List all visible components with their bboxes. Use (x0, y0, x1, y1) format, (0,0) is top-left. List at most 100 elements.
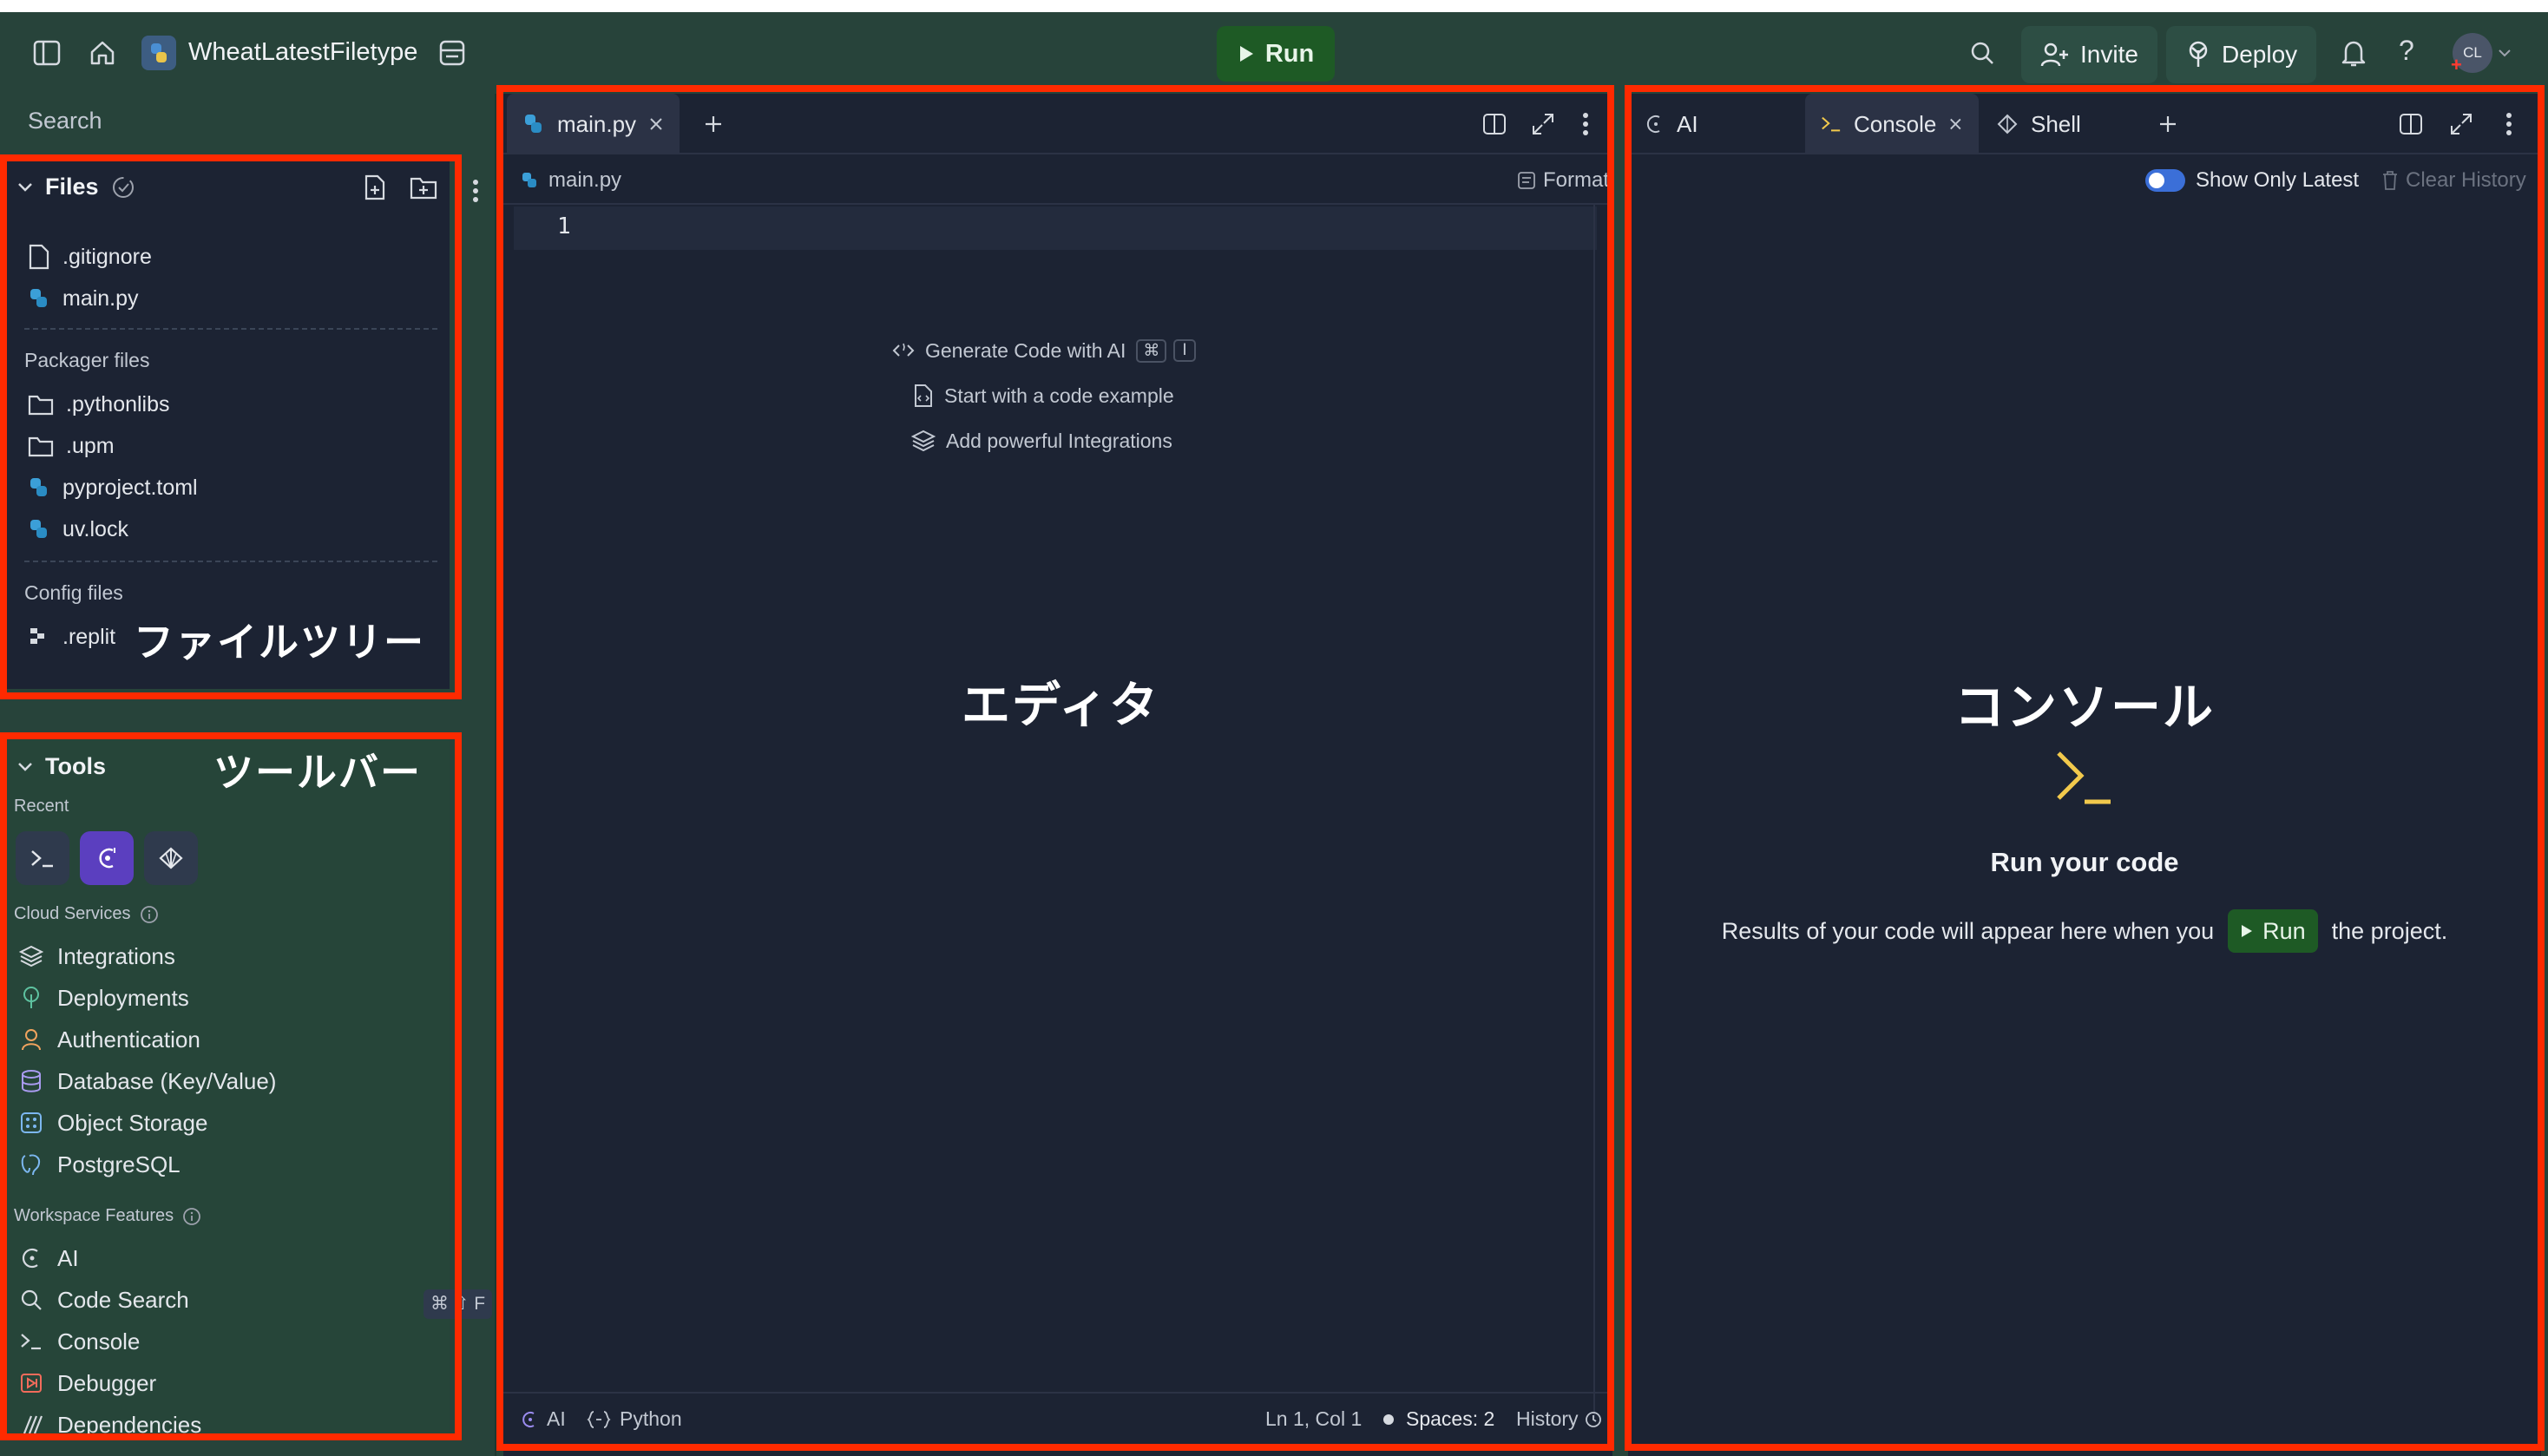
file-item-uv-lock[interactable]: uv.lock (28, 512, 128, 547)
tool-dependencies[interactable]: Dependencies (19, 1404, 444, 1433)
new-tab-icon[interactable] (698, 108, 729, 140)
info-icon[interactable] (140, 905, 159, 924)
file-label: main.py (62, 285, 139, 311)
breadcrumb[interactable]: main.py (521, 161, 621, 200)
replit-icon (30, 628, 44, 644)
file-item-pyproject[interactable]: pyproject.toml (28, 470, 198, 505)
new-folder-icon[interactable] (408, 172, 439, 203)
new-tab-icon[interactable] (2152, 108, 2184, 140)
shortcut-key: ⌘ (1136, 338, 1167, 363)
tool-integrations[interactable]: Integrations (19, 935, 444, 977)
help-icon[interactable]: ? (2399, 35, 2414, 67)
invite-button[interactable]: Invite (2021, 26, 2157, 83)
editor-annotation: エディタ (962, 678, 1160, 732)
search-icon[interactable] (1967, 37, 1998, 69)
new-file-icon[interactable] (359, 172, 391, 203)
tab-main-py[interactable]: main.py (507, 94, 680, 154)
recent-ai-icon[interactable] (80, 831, 134, 885)
status-language[interactable]: Python (587, 1407, 682, 1431)
file-item-gitignore[interactable]: .gitignore (28, 239, 152, 274)
hint-label: Start with a code example (944, 384, 1174, 407)
status-history[interactable]: History (1516, 1407, 1610, 1431)
file-icon (29, 244, 49, 270)
editor-tab-bar: main.py (503, 94, 1612, 154)
braces-icon (587, 1410, 611, 1428)
account-menu[interactable]: CL + (2451, 33, 2512, 75)
search-input[interactable]: Search (28, 108, 102, 134)
project-name[interactable]: WheatLatestFiletype (188, 36, 417, 68)
status-dot (1383, 1413, 1394, 1425)
home-icon[interactable] (87, 37, 118, 69)
tool-ai[interactable]: AI (19, 1237, 444, 1279)
expand-icon[interactable] (1527, 108, 1559, 140)
recent-shell-icon[interactable] (144, 831, 198, 885)
tool-code-search[interactable]: Code Search (19, 1279, 444, 1321)
workspace-features-header: Workspace Features (14, 1206, 201, 1226)
files-more-icon[interactable] (460, 175, 491, 207)
folder-item-upm[interactable]: .upm (28, 429, 115, 463)
file-item-replit[interactable]: .replit (28, 620, 115, 654)
format-label: Format (1543, 168, 1610, 192)
history-icon (1585, 1411, 1601, 1427)
hint-generate-code[interactable]: Generate Code with AI ⌘ I (892, 335, 1196, 366)
run-button[interactable]: Run (1217, 26, 1335, 82)
project-menu-icon[interactable] (437, 37, 468, 69)
deploy-label: Deploy (2222, 41, 2298, 68)
tools-header[interactable]: Tools (17, 753, 106, 780)
tool-database[interactable]: Database (Key/Value) (19, 1060, 444, 1102)
tool-debugger[interactable]: Debugger (19, 1362, 444, 1404)
format-button[interactable]: Format (1517, 161, 1612, 200)
status-language-label: Python (620, 1407, 682, 1430)
tool-object-storage[interactable]: Object Storage (19, 1102, 444, 1144)
tool-postgresql[interactable]: PostgreSQL (19, 1144, 444, 1185)
avatar: CL + (2451, 33, 2492, 75)
chevron-down-icon (2499, 49, 2511, 57)
tab-ai[interactable]: AI (1630, 94, 1803, 154)
expand-icon[interactable] (2446, 108, 2477, 140)
console-message: Results of your code will appear here wh… (1628, 909, 2541, 953)
top-bar: WheatLatestFiletype Run Invite Deploy ? … (0, 12, 2548, 94)
postgres-icon (21, 1154, 40, 1176)
split-pane-icon[interactable] (2395, 108, 2427, 140)
hint-code-example[interactable]: Start with a code example (913, 380, 1174, 411)
close-icon[interactable] (648, 116, 664, 132)
clear-history-button[interactable]: Clear History (2381, 161, 2539, 200)
recent-console-icon[interactable] (16, 831, 69, 885)
tool-deployments[interactable]: Deployments (19, 977, 444, 1019)
inline-run-button[interactable]: Run (2228, 909, 2318, 953)
ai-icon (22, 1248, 38, 1269)
show-only-latest-toggle[interactable]: Show Only Latest (2145, 161, 2359, 200)
deploy-button[interactable]: Deploy (2166, 26, 2317, 83)
file-label: .replit (62, 624, 116, 649)
sidebar-divider (495, 94, 496, 1456)
split-pane-icon[interactable] (1479, 108, 1510, 140)
status-indentation[interactable]: Spaces: 2 (1383, 1407, 1494, 1431)
more-icon[interactable] (1573, 108, 1599, 140)
file-code-icon (915, 384, 932, 407)
tool-authentication[interactable]: Authentication (19, 1019, 444, 1060)
sidebar-toggle-icon[interactable] (31, 37, 62, 69)
status-ai-button[interactable]: AI (521, 1407, 566, 1431)
tools-annotation: ツールバー (213, 750, 422, 795)
editor-scrollbar[interactable] (1593, 203, 1612, 1418)
files-header[interactable]: Files (17, 174, 135, 200)
tool-console[interactable]: Console (19, 1321, 444, 1362)
close-icon[interactable] (1948, 116, 1963, 132)
tab-console[interactable]: Console (1805, 94, 1979, 154)
more-icon[interactable] (2496, 108, 2522, 140)
divider (24, 328, 437, 330)
console-panel: AI Console Shell Show Only Latest Clear … (1628, 94, 2541, 1456)
status-history-label: History (1516, 1407, 1579, 1430)
toggle-switch[interactable] (2145, 169, 2185, 192)
file-item-main-py[interactable]: main.py (28, 281, 139, 316)
info-icon[interactable] (182, 1207, 201, 1226)
folder-icon (28, 395, 54, 416)
tab-shell[interactable]: Shell (1980, 94, 2154, 154)
folder-item-pythonlibs[interactable]: .pythonlibs (28, 387, 170, 422)
ai-icon (522, 1411, 535, 1427)
folder-icon (28, 436, 54, 457)
bell-icon[interactable] (2338, 37, 2369, 69)
status-cursor-position[interactable]: Ln 1, Col 1 (1265, 1407, 1362, 1431)
sidebar-search[interactable]: Search (7, 94, 493, 154)
hint-integrations[interactable]: Add powerful Integrations (911, 425, 1172, 456)
